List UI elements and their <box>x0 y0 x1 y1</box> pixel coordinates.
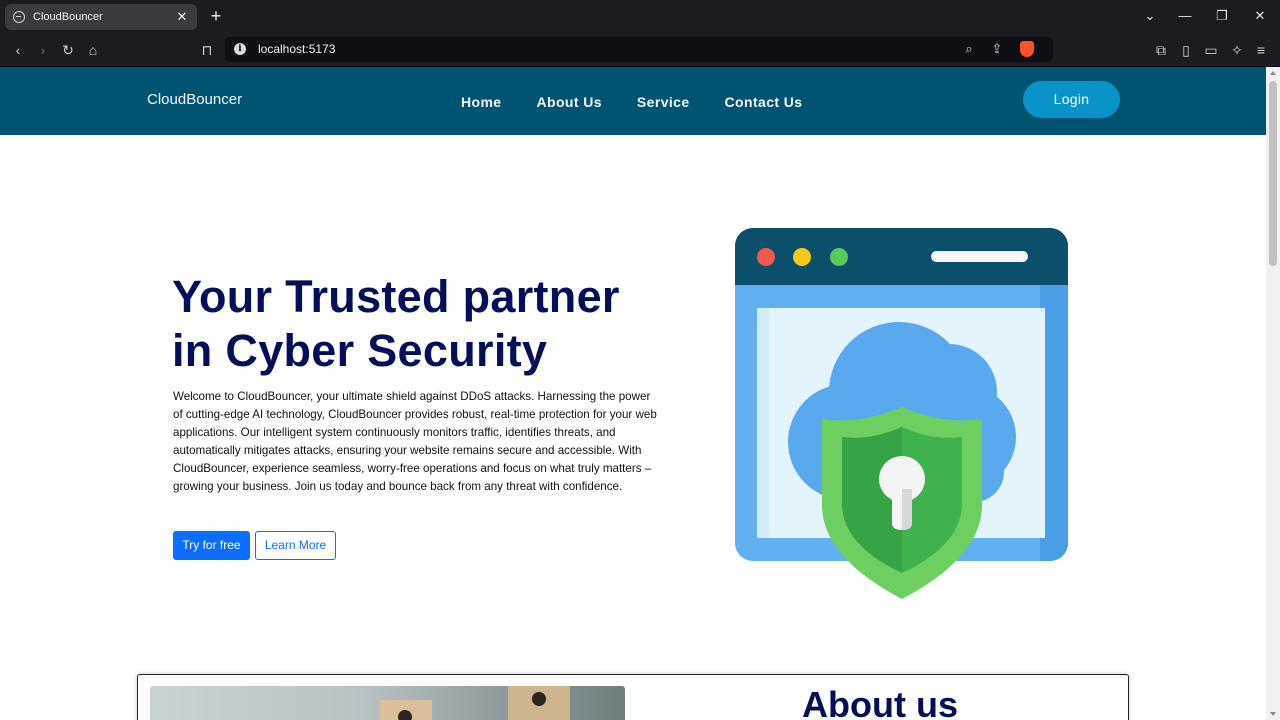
globe-icon <box>13 11 25 23</box>
person-icon <box>532 692 546 706</box>
nav-link-service[interactable]: Service <box>637 94 690 110</box>
browser-toolbar: ‹ › ↻ ⌂ ⊓ i localhost:5173 ⌕ ⇪ ⧉ ▯ ▭ ✧ ≡ <box>0 33 1280 67</box>
back-icon[interactable]: ‹ <box>9 41 27 59</box>
address-bar[interactable]: i localhost:5173 ⌕ ⇪ <box>225 37 1053 62</box>
login-button[interactable]: Login <box>1023 81 1120 118</box>
nav-link-contact[interactable]: Contact Us <box>725 94 803 110</box>
nav-link-about[interactable]: About Us <box>537 94 602 110</box>
home-icon[interactable]: ⌂ <box>84 41 102 59</box>
extensions-icon[interactable]: ⧉ <box>1152 41 1170 59</box>
close-window-icon[interactable]: ✕ <box>1251 7 1269 25</box>
hero-title: Your Trusted partner in Cyber Security <box>172 271 620 376</box>
site-navbar: CloudBouncer Home About Us Service Conta… <box>0 67 1266 135</box>
try-for-free-button[interactable]: Try for free <box>173 531 250 560</box>
person-icon <box>398 710 412 720</box>
bookmark-icon[interactable]: ⊓ <box>198 41 216 59</box>
maximize-icon[interactable]: ❐ <box>1213 7 1231 25</box>
menu-icon[interactable]: ≡ <box>1252 41 1270 59</box>
browser-tab-bar: CloudBouncer ✕ + ⌄ — ❐ ✕ <box>0 0 1280 33</box>
tab-list-icon[interactable]: ⌄ <box>1141 7 1159 25</box>
sidebar-icon[interactable]: ▯ <box>1177 41 1195 59</box>
browser-tab[interactable]: CloudBouncer ✕ <box>5 4 197 30</box>
minimize-icon[interactable]: — <box>1176 7 1194 25</box>
wallet-icon[interactable]: ▭ <box>1202 41 1220 59</box>
page-scrollbar[interactable] <box>1266 67 1280 720</box>
scroll-down-icon[interactable] <box>1270 712 1276 716</box>
scroll-up-icon[interactable] <box>1270 71 1276 75</box>
nav-link-home[interactable]: Home <box>461 94 502 110</box>
browser-window-cloud-shield-lock-icon <box>735 228 1068 599</box>
learn-more-button[interactable]: Learn More <box>255 531 336 560</box>
url-text[interactable]: localhost:5173 <box>258 42 335 56</box>
web-page: CloudBouncer Home About Us Service Conta… <box>0 67 1266 720</box>
hero-description: Welcome to CloudBouncer, your ultimate s… <box>173 390 657 493</box>
tab-close-icon[interactable]: ✕ <box>175 9 189 25</box>
brand-logo[interactable]: CloudBouncer <box>147 91 242 108</box>
about-section-card: About us <box>137 674 1129 720</box>
brave-shields-icon[interactable] <box>1020 41 1034 57</box>
about-title: About us <box>802 684 958 720</box>
forward-icon[interactable]: › <box>34 41 52 59</box>
new-tab-button[interactable]: + <box>207 6 225 26</box>
nav-links: Home About Us Service Contact Us <box>461 94 837 110</box>
reload-icon[interactable]: ↻ <box>59 41 77 59</box>
leo-ai-icon[interactable]: ✧ <box>1228 41 1246 59</box>
share-icon[interactable]: ⇪ <box>989 41 1005 57</box>
zoom-icon[interactable]: ⌕ <box>961 41 977 57</box>
tab-title: CloudBouncer <box>33 11 103 23</box>
scrollbar-thumb[interactable] <box>1269 81 1277 266</box>
site-info-icon[interactable]: i <box>234 43 246 55</box>
about-image <box>150 686 625 720</box>
